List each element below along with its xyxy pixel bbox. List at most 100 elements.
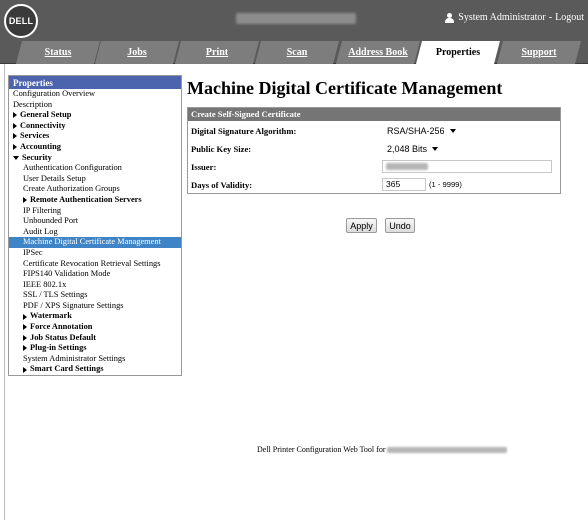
page-title: Machine Digital Certificate Management [187, 78, 503, 98]
sidebar-item-ieee-8021x[interactable]: IEEE 802.1x [9, 280, 181, 291]
sidebar-item-label: Authentication Configuration [23, 163, 122, 173]
sidebar-item-system-administrator-settings[interactable]: System Administrator Settings [9, 354, 181, 365]
issuer-value-redacted [386, 163, 428, 170]
algorithm-select[interactable]: RSA/SHA-256 [384, 124, 459, 138]
panel-title: Create Self-Signed Certificate [188, 108, 560, 121]
sidebar-item-ip-filtering[interactable]: IP Filtering [9, 206, 181, 217]
sidebar-item-ipsec[interactable]: IPSec [9, 248, 181, 259]
sidebar-item-label: Security [22, 152, 52, 162]
user-box: System Administrator - Logout [445, 12, 584, 23]
sidebar-item-machine-digital-certificate-management[interactable]: Machine Digital Certificate Management [9, 237, 181, 248]
sidebar-item-create-authorization-groups[interactable]: Create Authorization Groups [9, 184, 181, 195]
expand-arrow-icon [23, 197, 27, 204]
chevron-down-icon [449, 129, 456, 133]
dell-logo: DELL [4, 4, 38, 38]
key-size-label: Public Key Size: [191, 144, 252, 154]
validity-row: Days of Validity: 365 (1 - 9999) [188, 175, 560, 193]
expand-arrow-icon [23, 334, 27, 341]
sidebar-item-audit-log[interactable]: Audit Log [9, 227, 181, 238]
sidebar-item-configuration-overview[interactable]: Configuration Overview [9, 89, 181, 100]
algorithm-label: Digital Signature Algorithm: [191, 126, 297, 136]
sidebar-item-security[interactable]: Security [9, 153, 181, 164]
sidebar-item-job-status-default[interactable]: Job Status Default [9, 333, 181, 344]
sidebar-item-authentication-configuration[interactable]: Authentication Configuration [9, 163, 181, 174]
sidebar-item-label: Accounting [20, 141, 61, 151]
collapse-arrow-icon [13, 155, 19, 160]
sidebar-item-label: IPSec [23, 247, 43, 257]
user-separator: - [548, 12, 553, 23]
expand-arrow-icon [13, 112, 17, 119]
sidebar-item-label: Certificate Revocation Retrieval Setting… [23, 258, 161, 268]
expand-arrow-icon [13, 122, 17, 129]
expand-arrow-icon [13, 133, 17, 140]
logo-text: DELL [8, 16, 34, 26]
sidebar-item-label: FIPS140 Validation Mode [23, 269, 111, 279]
footer-text: Dell Printer Configuration Web Tool for [257, 445, 386, 454]
sidebar-item-label: IP Filtering [23, 205, 62, 215]
sidebar-item-ssl-tls-settings[interactable]: SSL / TLS Settings [9, 290, 181, 301]
expand-arrow-icon [23, 324, 27, 331]
algorithm-value: RSA/SHA-256 [387, 126, 445, 136]
self-signed-certificate-panel: Create Self-Signed Certificate Digital S… [187, 107, 561, 194]
chevron-down-icon [432, 147, 439, 151]
sidebar-item-label: Unbounded Port [23, 216, 79, 226]
sidebar-item-label: Create Authorization Groups [23, 184, 120, 194]
validity-input[interactable]: 365 [382, 178, 426, 191]
algorithm-row: Digital Signature Algorithm: RSA/SHA-256 [188, 121, 560, 139]
sidebar-item-label: PDF / XPS Signature Settings [23, 300, 124, 310]
expand-arrow-icon [23, 313, 27, 320]
tab-print[interactable]: Print [175, 41, 259, 64]
sidebar-item-remote-authentication-servers[interactable]: Remote Authentication Servers [9, 195, 181, 206]
key-size-select[interactable]: 2,048 Bits [384, 142, 441, 156]
key-size-value: 2,048 Bits [387, 144, 428, 154]
tab-properties[interactable]: Properties [416, 41, 500, 64]
sidebar-item-user-details-setup[interactable]: User Details Setup [9, 174, 181, 185]
sidebar-item-label: Plug-in Settings [30, 343, 87, 353]
tab-scan[interactable]: Scan [255, 41, 339, 64]
footer-printer-name-redacted [387, 446, 508, 453]
issuer-label: Issuer: [191, 162, 217, 172]
sidebar-item-label: General Setup [20, 110, 72, 120]
sidebar-item-unbounded-port[interactable]: Unbounded Port [9, 216, 181, 227]
logout-link[interactable]: Logout [555, 12, 584, 23]
sidebar-item-label: Configuration Overview [13, 89, 96, 98]
issuer-input[interactable] [382, 160, 552, 173]
sidebar-title: Properties [9, 76, 181, 89]
sidebar-item-label: Watermark [30, 311, 72, 321]
tab-address-book[interactable]: Address Book [336, 41, 420, 64]
validity-label: Days of Validity: [191, 180, 253, 190]
sidebar-item-smart-card-settings[interactable]: Smart Card Settings [9, 364, 181, 375]
sidebar-item-accounting[interactable]: Accounting [9, 142, 181, 153]
sidebar-item-watermark[interactable]: Watermark [9, 311, 181, 322]
sidebar-item-label: Audit Log [23, 226, 58, 236]
sidebar-item-force-annotation[interactable]: Force Annotation [9, 322, 181, 333]
tab-jobs[interactable]: Jobs [95, 41, 179, 64]
sidebar-item-plug-in-settings[interactable]: Plug-in Settings [9, 343, 181, 354]
user-name: System Administrator [458, 12, 546, 23]
tab-support[interactable]: Support [497, 41, 581, 64]
sidebar-item-label: Smart Card Settings [30, 364, 104, 374]
expand-arrow-icon [13, 144, 17, 151]
issuer-row: Issuer: [188, 157, 560, 175]
apply-button[interactable]: Apply [346, 218, 377, 233]
sidebar-item-label: User Details Setup [23, 173, 86, 183]
sidebar-item-label: Connectivity [20, 120, 66, 130]
sidebar-item-connectivity[interactable]: Connectivity [9, 121, 181, 132]
sidebar-item-label: IEEE 802.1x [23, 279, 67, 289]
sidebar-item-description[interactable]: Description [9, 100, 181, 111]
sidebar-item-label: Description [13, 99, 53, 109]
sidebar-item-label: Force Annotation [30, 322, 93, 332]
sidebar-item-label: System Administrator Settings [23, 353, 126, 363]
sidebar-item-label: Remote Authentication Servers [30, 194, 142, 204]
validity-range-hint: (1 - 9999) [429, 180, 462, 189]
sidebar-item-services[interactable]: Services [9, 131, 181, 142]
undo-button[interactable]: Undo [385, 218, 415, 233]
expand-arrow-icon [23, 345, 27, 352]
expand-arrow-icon [23, 366, 27, 373]
sidebar-item-general-setup[interactable]: General Setup [9, 110, 181, 121]
sidebar-item-certificate-revocation-retrieval-settings[interactable]: Certificate Revocation Retrieval Setting… [9, 259, 181, 270]
tab-status[interactable]: Status [16, 41, 100, 64]
sidebar-item-fips140-validation-mode[interactable]: FIPS140 Validation Mode [9, 269, 181, 280]
sidebar-item-pdf-xps-signature-settings[interactable]: PDF / XPS Signature Settings [9, 301, 181, 312]
sidebar-item-label: Services [20, 131, 50, 141]
